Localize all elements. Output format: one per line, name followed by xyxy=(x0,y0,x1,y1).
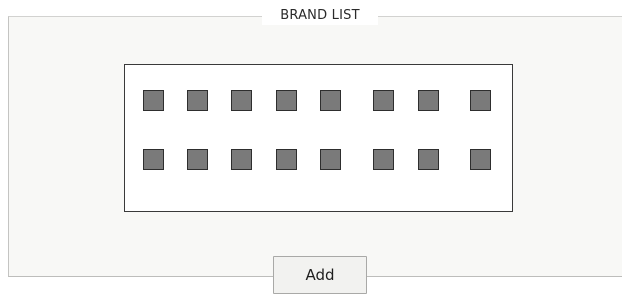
brand-logo-placeholder-icon[interactable] xyxy=(231,149,252,170)
brand-logo-placeholder-icon[interactable] xyxy=(373,149,394,170)
brand-logo-placeholder-icon[interactable] xyxy=(373,90,394,111)
brand-tile-grid xyxy=(124,64,513,212)
brand-logo-placeholder-icon[interactable] xyxy=(470,90,491,111)
brand-logo-placeholder-icon[interactable] xyxy=(320,149,341,170)
brand-logo-placeholder-icon[interactable] xyxy=(143,149,164,170)
brand-logo-placeholder-icon[interactable] xyxy=(276,149,297,170)
brand-logo-placeholder-icon[interactable] xyxy=(187,90,208,111)
brand-logo-placeholder-icon[interactable] xyxy=(276,90,297,111)
brand-list-screen: BRAND LIST Add xyxy=(0,0,625,296)
brand-logo-placeholder-icon[interactable] xyxy=(418,90,439,111)
brand-logo-placeholder-icon[interactable] xyxy=(470,149,491,170)
brand-logo-placeholder-icon[interactable] xyxy=(418,149,439,170)
panel-title: BRAND LIST xyxy=(262,7,378,25)
brand-logo-placeholder-icon[interactable] xyxy=(231,90,252,111)
brand-logo-placeholder-icon[interactable] xyxy=(187,149,208,170)
brand-logo-placeholder-icon[interactable] xyxy=(143,90,164,111)
brand-logo-placeholder-icon[interactable] xyxy=(320,90,341,111)
add-button[interactable]: Add xyxy=(273,256,367,294)
